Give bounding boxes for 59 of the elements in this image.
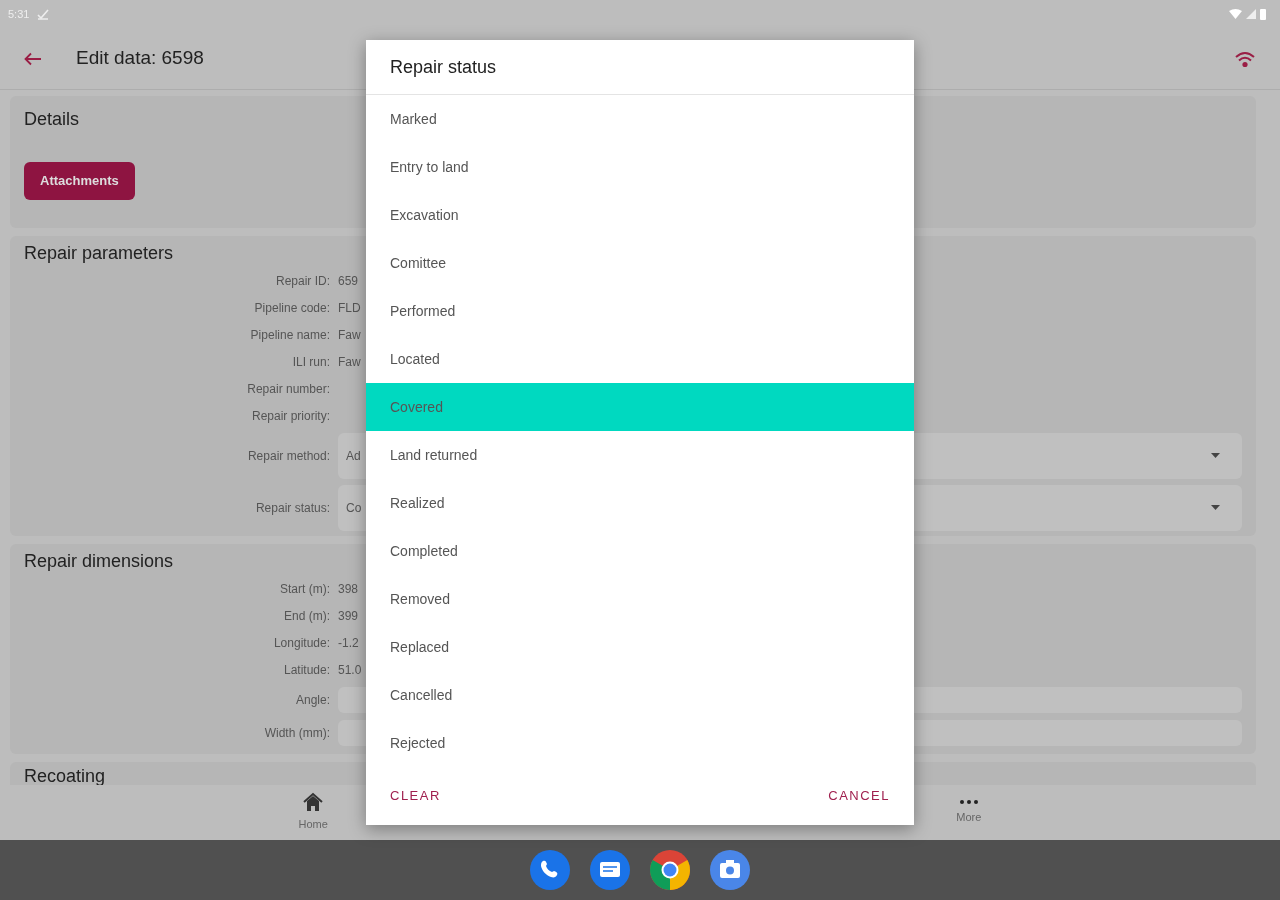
option-item[interactable]: Cancelled <box>366 671 914 719</box>
field-value: -1.2 <box>338 635 359 652</box>
camera-icon[interactable] <box>710 850 750 890</box>
field-label: Repair method: <box>246 447 330 465</box>
back-arrow-icon[interactable] <box>24 51 42 66</box>
clear-button[interactable]: CLEAR <box>386 782 445 810</box>
option-item[interactable]: Removed <box>366 575 914 623</box>
option-item[interactable]: Entry to land <box>366 143 914 191</box>
option-item[interactable]: Realized <box>366 479 914 527</box>
field-value: 398 <box>338 581 359 598</box>
screen-title: Edit data: 6598 <box>76 46 204 71</box>
field-label: Start (m): <box>279 581 330 598</box>
field-label: Repair priority: <box>250 408 330 425</box>
field-label: Pipeline code: <box>253 300 330 317</box>
field-value: 399 <box>338 608 359 625</box>
dialog-title: Repair status <box>366 40 914 95</box>
option-item[interactable]: Located <box>366 335 914 383</box>
message-icon[interactable] <box>590 850 630 890</box>
section-title: Repair dimensions <box>24 549 174 572</box>
field-label: Repair number: <box>246 381 330 398</box>
option-item[interactable]: Replaced <box>366 623 914 671</box>
field-value: Faw <box>338 327 361 344</box>
option-item[interactable]: Excavation <box>366 191 914 239</box>
field-label: Repair ID: <box>274 273 330 290</box>
section-title: Repair parameters <box>24 241 174 264</box>
dropdown-caret-icon <box>1211 453 1220 458</box>
field-label: Pipeline name: <box>249 327 330 344</box>
field-label: ILI run: <box>291 354 330 371</box>
field-label: End (m): <box>283 608 330 625</box>
option-item[interactable]: Marked <box>366 95 914 143</box>
dropdown-caret-icon <box>1211 505 1220 510</box>
option-item[interactable]: Performed <box>366 287 914 335</box>
field-label: Latitude: <box>282 662 330 679</box>
wifi-icon[interactable] <box>1234 49 1256 68</box>
field-value: 659 <box>338 273 359 290</box>
check-icon <box>37 8 50 20</box>
option-item[interactable]: Comittee <box>366 239 914 287</box>
phone-icon[interactable] <box>530 850 570 890</box>
field-label: Width (mm): <box>263 725 330 742</box>
field-value: Faw <box>338 354 361 371</box>
field-value: FLD <box>338 300 361 317</box>
more-icon <box>957 799 980 806</box>
signal-icon <box>1246 9 1256 19</box>
option-item[interactable]: Land returned <box>366 431 914 479</box>
cancel-button[interactable]: CANCEL <box>824 782 894 810</box>
browser-icon[interactable] <box>650 850 690 890</box>
section-title: Details <box>24 108 80 130</box>
option-item[interactable]: Covered <box>366 383 914 431</box>
battery-icon <box>1260 8 1266 20</box>
home-icon <box>302 792 325 813</box>
option-item[interactable]: Completed <box>366 527 914 575</box>
option-item[interactable]: Rejected <box>366 719 914 767</box>
section-title: Recoating <box>24 764 106 785</box>
field-label: Angle: <box>294 692 330 709</box>
field-label: Longitude: <box>272 635 330 652</box>
wifi-icon <box>1229 9 1242 19</box>
field-label: Repair status: <box>254 499 330 517</box>
attachments-button[interactable]: Attachments <box>24 162 135 200</box>
field-value: 51.0 <box>338 662 362 679</box>
